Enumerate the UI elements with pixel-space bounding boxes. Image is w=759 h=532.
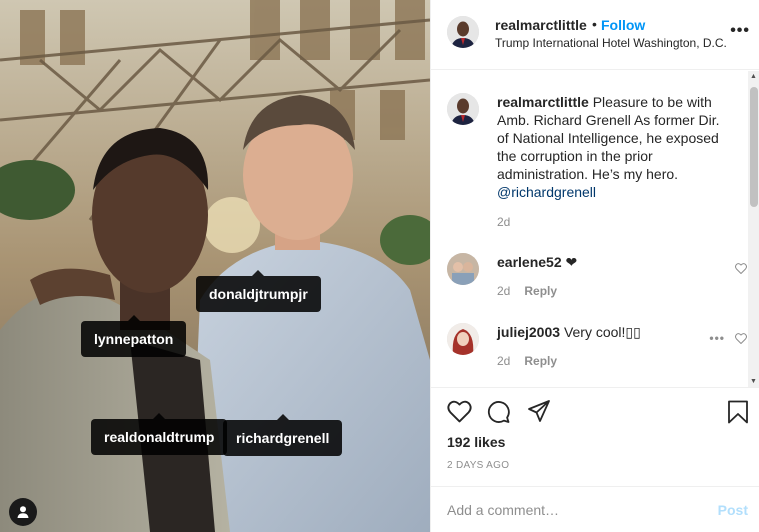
caption-time[interactable]: 2d	[497, 215, 510, 229]
avatar[interactable]	[447, 16, 479, 48]
caption-age: 2d	[497, 215, 510, 229]
post-side-panel: realmarctlittle • Follow Trump Internati…	[430, 0, 759, 532]
scrollbar-thumb[interactable]	[750, 87, 758, 207]
reply-button[interactable]: Reply	[524, 284, 557, 298]
reply-button[interactable]: Reply	[524, 354, 557, 368]
follow-button[interactable]: Follow	[601, 17, 645, 33]
photo-tag-realdonaldtrump[interactable]: realdonaldtrump	[91, 413, 228, 455]
comment-username[interactable]: juliej2003	[497, 324, 560, 340]
post-header: realmarctlittle • Follow Trump Internati…	[431, 0, 759, 70]
caption-username[interactable]: realmarctlittle	[497, 94, 589, 110]
add-comment-bar: Add a comment… Post	[431, 486, 759, 532]
save-bookmark-icon[interactable]	[727, 400, 749, 424]
mention-link[interactable]: @richardgrenell	[497, 184, 596, 200]
comment-options-icon[interactable]: •••	[709, 331, 725, 345]
comment-item: earlene52 ❤ 2d Reply	[447, 253, 747, 303]
comments-scrollbar[interactable]: ▲ ▼	[748, 71, 759, 387]
post-photo[interactable]: donaldjtrumpjr lynnepatton realdonaldtru…	[0, 0, 430, 532]
share-icon[interactable]	[527, 400, 551, 423]
comment-meta: 2d Reply	[497, 284, 557, 298]
scroll-up-icon[interactable]: ▲	[750, 73, 757, 80]
like-comment-heart-icon[interactable]	[735, 333, 747, 344]
comment-icon[interactable]	[486, 400, 511, 424]
comment-text: earlene52 ❤	[497, 253, 732, 271]
photo-tag-donaldjtrumpjr[interactable]: donaldjtrumpjr	[196, 270, 321, 312]
header-username[interactable]: realmarctlittle	[495, 17, 587, 33]
tagged-users-button[interactable]	[9, 498, 37, 526]
comment-item: juliej2003 Very cool!▯▯ 2d Reply •••	[447, 323, 747, 373]
comments-list: realmarctlittle Pleasure to be with Amb.…	[431, 71, 759, 387]
avatar[interactable]	[447, 323, 479, 355]
comment-username[interactable]: earlene52	[497, 254, 562, 270]
comment-time[interactable]: 2d	[497, 354, 510, 368]
post-actions: 192 likes 2 DAYS AGO Add a comment… Post	[431, 387, 759, 532]
comment-text: juliej2003 Very cool!▯▯	[497, 323, 732, 341]
like-heart-icon[interactable]	[447, 400, 472, 423]
post-time[interactable]: 2 DAYS AGO	[447, 460, 509, 471]
caption-text: realmarctlittle Pleasure to be with Amb.…	[497, 93, 732, 201]
like-comment-heart-icon[interactable]	[735, 263, 747, 274]
more-options-icon[interactable]: •••	[730, 22, 750, 40]
comment-body: Very cool!▯▯	[563, 324, 641, 340]
comment-body: ❤	[565, 254, 578, 270]
comment-input[interactable]: Add a comment…	[447, 502, 559, 518]
photo-tag-lynnepatton[interactable]: lynnepatton	[81, 315, 187, 357]
header-separator: •	[592, 16, 597, 32]
user-icon	[17, 506, 29, 518]
comment-meta: 2d Reply	[497, 354, 557, 368]
comment-time[interactable]: 2d	[497, 284, 510, 298]
location-link[interactable]: Trump International Hotel Washington, D.…	[495, 36, 727, 50]
caption: realmarctlittle Pleasure to be with Amb.…	[447, 93, 747, 233]
avatar[interactable]	[447, 93, 479, 125]
scroll-down-icon[interactable]: ▼	[750, 378, 757, 385]
photo-tag-richardgrenell[interactable]: richardgrenell	[223, 414, 343, 456]
avatar[interactable]	[447, 253, 479, 285]
post-comment-button[interactable]: Post	[718, 502, 748, 518]
likes-count[interactable]: 192 likes	[447, 434, 505, 450]
